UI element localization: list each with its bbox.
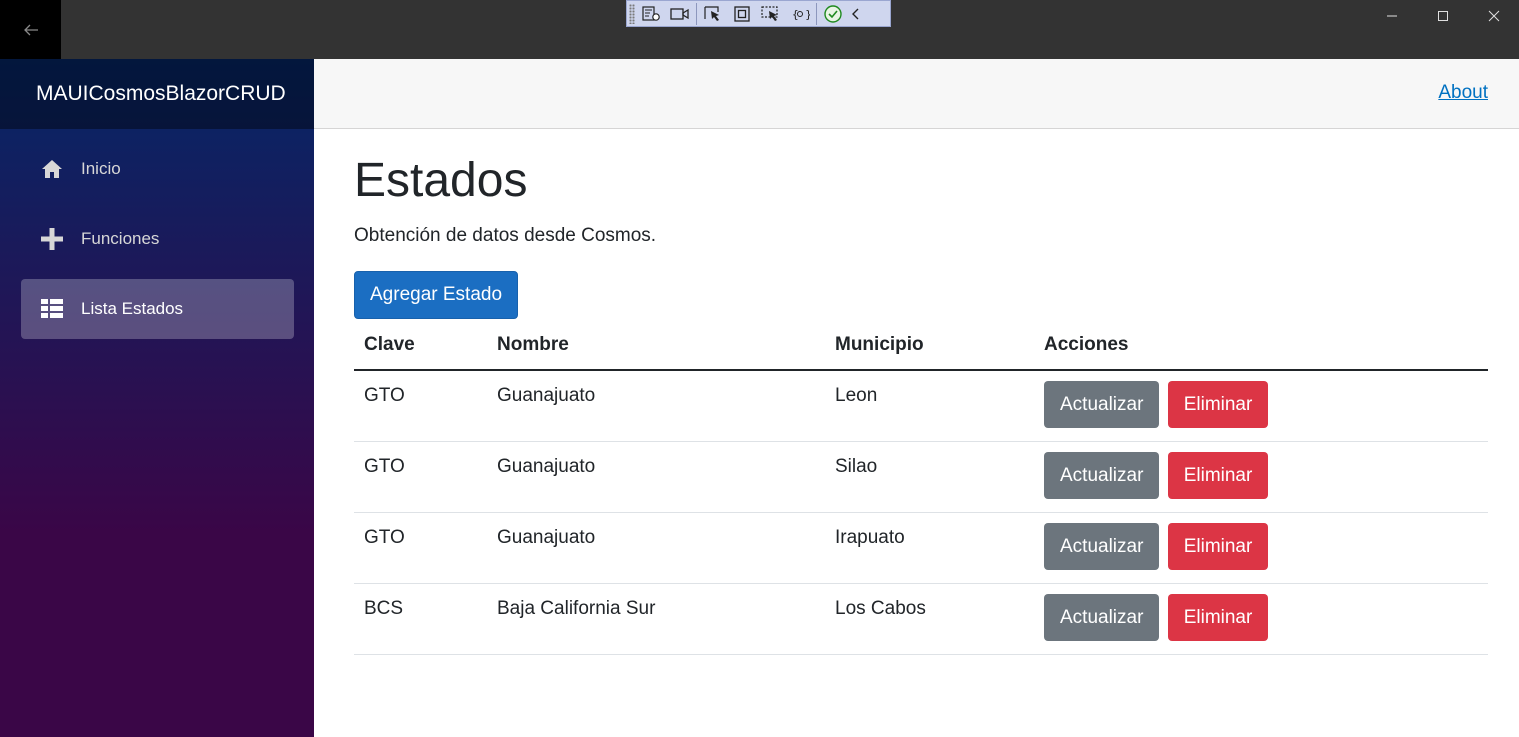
table-row: GTO Guanajuato Silao Actualizar Eliminar xyxy=(354,441,1488,513)
cell-nombre: Guanajuato xyxy=(487,441,825,513)
sidebar: MAUICosmosBlazorCRUD Inicio Funciones Li… xyxy=(0,59,314,737)
arrow-left-icon xyxy=(23,24,38,35)
cell-municipio: Los Cabos xyxy=(825,583,1034,655)
cell-acciones: Actualizar Eliminar xyxy=(1034,441,1488,513)
close-button[interactable] xyxy=(1468,0,1519,32)
cell-clave: GTO xyxy=(354,370,487,442)
about-link[interactable]: About xyxy=(1438,82,1488,104)
home-icon xyxy=(40,157,64,181)
maximize-button[interactable] xyxy=(1417,0,1468,32)
add-estado-button[interactable]: Agregar Estado xyxy=(354,271,519,319)
live-visual-tree-icon[interactable] xyxy=(638,3,664,25)
update-button[interactable]: Actualizar xyxy=(1044,451,1160,499)
table-header-row: Clave Nombre Municipio Acciones xyxy=(354,320,1488,371)
nav-menu: Inicio Funciones Lista Estados xyxy=(0,129,314,339)
sidebar-item-label: Funciones xyxy=(81,229,160,248)
sidebar-item-funciones[interactable]: Funciones xyxy=(21,209,294,269)
update-button[interactable]: Actualizar xyxy=(1044,593,1160,641)
update-button[interactable]: Actualizar xyxy=(1044,381,1160,428)
hot-reload-check-icon[interactable] xyxy=(820,3,846,25)
top-row: About xyxy=(314,59,1519,129)
column-header-clave: Clave xyxy=(354,320,487,371)
cell-municipio: Silao xyxy=(825,441,1034,513)
collapse-chevron-icon[interactable] xyxy=(849,3,863,25)
cell-acciones: Actualizar Eliminar xyxy=(1034,583,1488,655)
delete-button[interactable]: Eliminar xyxy=(1167,522,1269,570)
cell-clave: GTO xyxy=(354,512,487,584)
display-layout-adorners-icon[interactable] xyxy=(729,3,755,25)
estados-table: Clave Nombre Municipio Acciones GTO Guan… xyxy=(354,320,1488,655)
table-row: GTO Guanajuato Leon Actualizar Eliminar xyxy=(354,370,1488,442)
toolbar-separator xyxy=(816,2,817,25)
plus-icon xyxy=(40,227,64,251)
xaml-debug-toolbar: { } xyxy=(626,0,891,27)
sidebar-item-label: Lista Estados xyxy=(81,299,184,318)
delete-button[interactable]: Eliminar xyxy=(1167,593,1269,641)
cell-nombre: Baja California Sur xyxy=(487,583,825,655)
minimize-button[interactable] xyxy=(1366,0,1417,32)
table-row: BCS Baja California Sur Los Cabos Actual… xyxy=(354,583,1488,655)
column-header-municipio: Municipio xyxy=(825,320,1034,371)
page-subtitle: Obtención de datos desde Cosmos. xyxy=(354,225,657,246)
cell-acciones: Actualizar Eliminar xyxy=(1034,370,1488,442)
svg-text:{ }: { } xyxy=(792,8,810,21)
minimize-icon xyxy=(1386,15,1397,17)
main-content: Estados Obtención de datos desde Cosmos.… xyxy=(354,152,1488,655)
toolbar-grip-icon[interactable] xyxy=(629,3,635,24)
window-title-bar: { } xyxy=(0,0,1519,59)
cell-acciones: Actualizar Eliminar xyxy=(1034,512,1488,584)
table-row: GTO Guanajuato Irapuato Actualizar Elimi… xyxy=(354,512,1488,584)
page-title: Estados xyxy=(354,154,528,207)
sidebar-item-lista-estados[interactable]: Lista Estados xyxy=(21,279,294,339)
select-element-icon[interactable] xyxy=(700,3,726,25)
sidebar-item-inicio[interactable]: Inicio xyxy=(21,139,294,199)
cell-nombre: Guanajuato xyxy=(487,370,825,442)
cell-nombre: Guanajuato xyxy=(487,512,825,584)
cell-municipio: Irapuato xyxy=(825,512,1034,584)
delete-button[interactable]: Eliminar xyxy=(1167,451,1269,499)
binding-failures-icon[interactable]: { } xyxy=(787,3,813,25)
maximize-icon xyxy=(1437,11,1448,21)
toolbar-separator xyxy=(696,2,697,25)
window-controls xyxy=(1366,0,1519,32)
sidebar-item-label: Inicio xyxy=(81,159,121,178)
close-icon xyxy=(1488,10,1499,22)
app-brand[interactable]: MAUICosmosBlazorCRUD xyxy=(0,59,314,129)
update-button[interactable]: Actualizar xyxy=(1044,522,1160,570)
cell-clave: BCS xyxy=(354,583,487,655)
record-icon[interactable] xyxy=(667,3,693,25)
delete-button[interactable]: Eliminar xyxy=(1167,381,1269,428)
list-rich-icon xyxy=(40,297,64,321)
back-button[interactable] xyxy=(0,0,61,59)
track-focused-element-icon[interactable] xyxy=(758,3,784,25)
column-header-acciones: Acciones xyxy=(1034,320,1488,371)
cell-municipio: Leon xyxy=(825,370,1034,442)
column-header-nombre: Nombre xyxy=(487,320,825,371)
cell-clave: GTO xyxy=(354,441,487,513)
